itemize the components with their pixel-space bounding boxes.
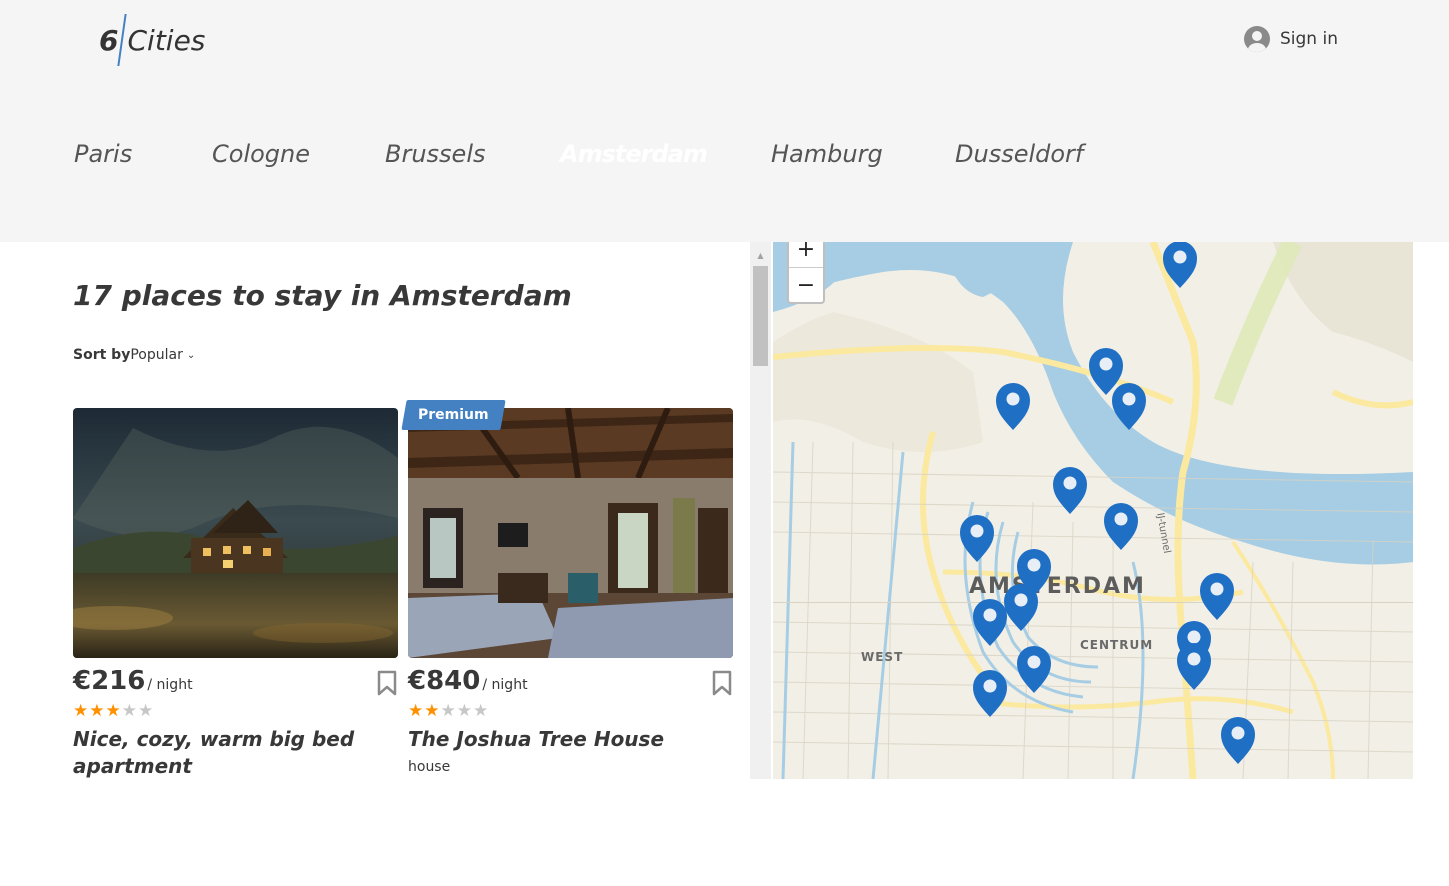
chevron-down-icon[interactable]: ⌄ <box>187 350 195 361</box>
zoom-control: + − <box>787 242 825 304</box>
offer-name-link[interactable]: The Joshua Tree House <box>408 726 733 753</box>
bookmark-icon[interactable] <box>711 670 733 696</box>
star-filled-icon: ★ <box>73 701 89 721</box>
offer-type: house <box>408 759 451 775</box>
star-filled-icon: ★ <box>424 701 440 721</box>
map-marker-icon[interactable] <box>1163 242 1197 288</box>
offer-card: Premium €840 / night ★ ★ ★ ★ ★ The Joshu… <box>408 407 733 775</box>
offer-price: €216 <box>73 666 146 696</box>
map-marker-icon[interactable] <box>1221 717 1255 764</box>
night-chalet-image <box>73 408 398 658</box>
price-period: / night <box>147 677 193 693</box>
rating-stars: ★ ★ ★ ★ ★ <box>408 702 733 720</box>
star-empty-icon: ★ <box>456 701 472 721</box>
map-marker-icon[interactable] <box>960 515 994 562</box>
star-filled-icon: ★ <box>105 701 121 721</box>
logo-number: 6 <box>99 23 119 57</box>
map-marker-icon[interactable] <box>1017 646 1051 693</box>
price-period: / night <box>482 677 528 693</box>
map-marker-icon[interactable] <box>973 670 1007 717</box>
map-marker-icon[interactable] <box>1004 584 1038 631</box>
logo[interactable]: 6 Cities <box>99 14 205 66</box>
places-list: 17 places to stay in Amsterdam Sort by P… <box>0 242 750 779</box>
logo-word: Cities <box>127 23 206 57</box>
rating-stars: ★ ★ ★ ★ ★ <box>73 702 398 720</box>
site-header: 6 Cities Sign in Paris Cologne Brussels … <box>0 0 1449 242</box>
places-scrollbar[interactable]: ▲ <box>750 242 771 779</box>
map-markers <box>960 242 1255 764</box>
city-map[interactable]: + − AMSTERDAM WEST CENTRUM IJ-tunnel <box>773 242 1413 779</box>
tab-hamburg[interactable]: Hamburg <box>771 130 883 178</box>
map-marker-icon[interactable] <box>1177 643 1211 690</box>
premium-badge: Premium <box>404 400 503 430</box>
map-marker-icon[interactable] <box>1112 383 1146 430</box>
map-marker-icon[interactable] <box>996 383 1030 430</box>
sort-form: Sort by Popular ⌄ <box>73 347 195 363</box>
map-marker-icon[interactable] <box>973 599 1007 646</box>
sort-dropdown[interactable]: Popular <box>130 347 183 363</box>
offer-name-link[interactable]: Nice, cozy, warm big bed apartment <box>73 726 398 779</box>
bookmark-icon[interactable] <box>376 670 398 696</box>
offer-price: €840 <box>408 666 481 696</box>
star-empty-icon: ★ <box>440 701 456 721</box>
tab-amsterdam[interactable]: Amsterdam <box>546 130 713 178</box>
star-filled-icon: ★ <box>408 701 424 721</box>
logo-slash <box>117 14 128 66</box>
star-filled-icon: ★ <box>89 701 105 721</box>
zoom-in-button[interactable]: + <box>789 242 823 267</box>
zoom-out-button[interactable]: − <box>789 267 823 302</box>
price-row: €216 / night <box>73 666 398 698</box>
offer-image[interactable] <box>73 408 398 658</box>
offer-image[interactable] <box>408 408 733 658</box>
map-marker-icon[interactable] <box>1053 467 1087 514</box>
tab-brussels[interactable]: Brussels <box>385 130 486 178</box>
sort-label: Sort by <box>73 347 131 363</box>
star-empty-icon: ★ <box>473 701 489 721</box>
tab-cologne[interactable]: Cologne <box>212 130 310 178</box>
scroll-up-arrow-icon[interactable]: ▲ <box>750 242 771 262</box>
price-row: €840 / night <box>408 666 733 698</box>
map-marker-icon[interactable] <box>1104 503 1138 550</box>
tab-dusseldorf[interactable]: Dusseldorf <box>955 130 1083 178</box>
star-empty-icon: ★ <box>121 701 137 721</box>
user-avatar-icon <box>1244 26 1270 52</box>
sign-in-link[interactable]: Sign in <box>1244 26 1338 52</box>
places-title: 17 places to stay in Amsterdam <box>73 279 572 312</box>
sign-in-label: Sign in <box>1280 29 1338 49</box>
stone-room-image <box>408 408 733 658</box>
star-empty-icon: ★ <box>138 701 154 721</box>
map-marker-icon[interactable] <box>1200 573 1234 620</box>
tab-paris[interactable]: Paris <box>74 130 132 178</box>
scroll-thumb[interactable] <box>753 266 768 366</box>
city-tabs: Paris Cologne Brussels Amsterdam Hamburg… <box>0 130 1449 178</box>
offer-card: €216 / night ★ ★ ★ ★ ★ Nice, cozy, warm … <box>73 408 398 779</box>
